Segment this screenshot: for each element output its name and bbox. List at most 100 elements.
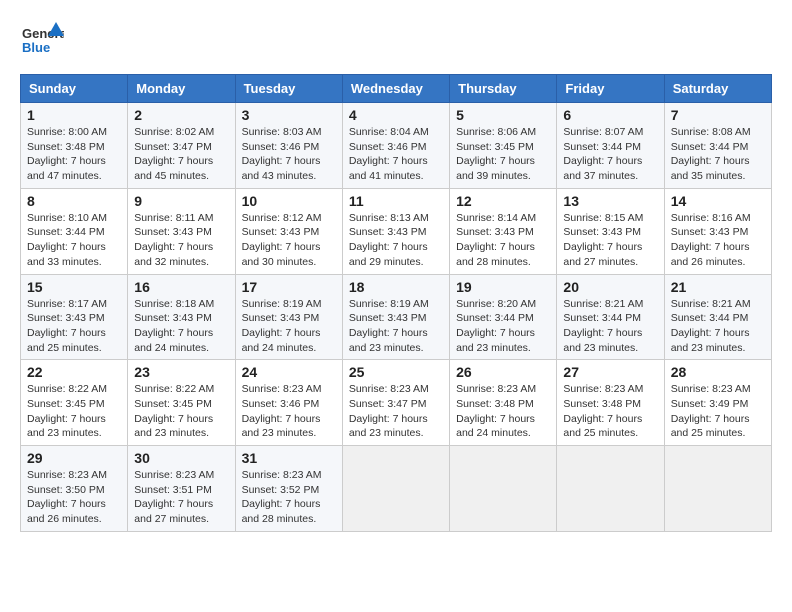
day-number: 27 bbox=[563, 364, 657, 380]
cell-info: Sunrise: 8:22 AMSunset: 3:45 PMDaylight:… bbox=[134, 383, 214, 439]
calendar-cell: 8 Sunrise: 8:10 AMSunset: 3:44 PMDayligh… bbox=[21, 188, 128, 274]
day-number: 30 bbox=[134, 450, 228, 466]
calendar-cell: 12 Sunrise: 8:14 AMSunset: 3:43 PMDaylig… bbox=[450, 188, 557, 274]
day-number: 11 bbox=[349, 193, 443, 209]
header-thursday: Thursday bbox=[450, 75, 557, 103]
calendar-cell: 10 Sunrise: 8:12 AMSunset: 3:43 PMDaylig… bbox=[235, 188, 342, 274]
day-number: 13 bbox=[563, 193, 657, 209]
day-number: 24 bbox=[242, 364, 336, 380]
day-number: 3 bbox=[242, 107, 336, 123]
calendar-cell: 21 Sunrise: 8:21 AMSunset: 3:44 PMDaylig… bbox=[664, 274, 771, 360]
calendar-cell: 17 Sunrise: 8:19 AMSunset: 3:43 PMDaylig… bbox=[235, 274, 342, 360]
calendar-cell: 7 Sunrise: 8:08 AMSunset: 3:44 PMDayligh… bbox=[664, 103, 771, 189]
day-number: 18 bbox=[349, 279, 443, 295]
cell-info: Sunrise: 8:21 AMSunset: 3:44 PMDaylight:… bbox=[563, 298, 643, 354]
calendar-cell: 26 Sunrise: 8:23 AMSunset: 3:48 PMDaylig… bbox=[450, 360, 557, 446]
calendar-cell: 24 Sunrise: 8:23 AMSunset: 3:46 PMDaylig… bbox=[235, 360, 342, 446]
week-row-1: 1 Sunrise: 8:00 AMSunset: 3:48 PMDayligh… bbox=[21, 103, 772, 189]
calendar-table: SundayMondayTuesdayWednesdayThursdayFrid… bbox=[20, 74, 772, 532]
week-row-3: 15 Sunrise: 8:17 AMSunset: 3:43 PMDaylig… bbox=[21, 274, 772, 360]
svg-text:Blue: Blue bbox=[22, 40, 50, 55]
logo-graphic: General Blue bbox=[20, 20, 64, 64]
week-row-5: 29 Sunrise: 8:23 AMSunset: 3:50 PMDaylig… bbox=[21, 446, 772, 532]
calendar-cell: 23 Sunrise: 8:22 AMSunset: 3:45 PMDaylig… bbox=[128, 360, 235, 446]
cell-info: Sunrise: 8:22 AMSunset: 3:45 PMDaylight:… bbox=[27, 383, 107, 439]
header-wednesday: Wednesday bbox=[342, 75, 449, 103]
cell-info: Sunrise: 8:12 AMSunset: 3:43 PMDaylight:… bbox=[242, 212, 322, 268]
day-number: 25 bbox=[349, 364, 443, 380]
calendar-cell: 19 Sunrise: 8:20 AMSunset: 3:44 PMDaylig… bbox=[450, 274, 557, 360]
calendar-cell: 27 Sunrise: 8:23 AMSunset: 3:48 PMDaylig… bbox=[557, 360, 664, 446]
week-row-4: 22 Sunrise: 8:22 AMSunset: 3:45 PMDaylig… bbox=[21, 360, 772, 446]
calendar-cell: 14 Sunrise: 8:16 AMSunset: 3:43 PMDaylig… bbox=[664, 188, 771, 274]
calendar-header-row: SundayMondayTuesdayWednesdayThursdayFrid… bbox=[21, 75, 772, 103]
calendar-cell: 13 Sunrise: 8:15 AMSunset: 3:43 PMDaylig… bbox=[557, 188, 664, 274]
logo-svg: General Blue bbox=[20, 20, 64, 64]
day-number: 12 bbox=[456, 193, 550, 209]
cell-info: Sunrise: 8:13 AMSunset: 3:43 PMDaylight:… bbox=[349, 212, 429, 268]
cell-info: Sunrise: 8:23 AMSunset: 3:50 PMDaylight:… bbox=[27, 469, 107, 525]
calendar-cell: 16 Sunrise: 8:18 AMSunset: 3:43 PMDaylig… bbox=[128, 274, 235, 360]
cell-info: Sunrise: 8:11 AMSunset: 3:43 PMDaylight:… bbox=[134, 212, 213, 268]
header-friday: Friday bbox=[557, 75, 664, 103]
day-number: 9 bbox=[134, 193, 228, 209]
day-number: 26 bbox=[456, 364, 550, 380]
cell-info: Sunrise: 8:17 AMSunset: 3:43 PMDaylight:… bbox=[27, 298, 107, 354]
cell-info: Sunrise: 8:21 AMSunset: 3:44 PMDaylight:… bbox=[671, 298, 751, 354]
cell-info: Sunrise: 8:18 AMSunset: 3:43 PMDaylight:… bbox=[134, 298, 214, 354]
day-number: 28 bbox=[671, 364, 765, 380]
calendar-cell: 25 Sunrise: 8:23 AMSunset: 3:47 PMDaylig… bbox=[342, 360, 449, 446]
calendar-cell: 18 Sunrise: 8:19 AMSunset: 3:43 PMDaylig… bbox=[342, 274, 449, 360]
cell-info: Sunrise: 8:19 AMSunset: 3:43 PMDaylight:… bbox=[242, 298, 322, 354]
logo: General Blue bbox=[20, 20, 64, 64]
day-number: 10 bbox=[242, 193, 336, 209]
header-saturday: Saturday bbox=[664, 75, 771, 103]
day-number: 21 bbox=[671, 279, 765, 295]
day-number: 5 bbox=[456, 107, 550, 123]
cell-info: Sunrise: 8:15 AMSunset: 3:43 PMDaylight:… bbox=[563, 212, 643, 268]
calendar-cell: 22 Sunrise: 8:22 AMSunset: 3:45 PMDaylig… bbox=[21, 360, 128, 446]
calendar-cell: 30 Sunrise: 8:23 AMSunset: 3:51 PMDaylig… bbox=[128, 446, 235, 532]
cell-info: Sunrise: 8:23 AMSunset: 3:48 PMDaylight:… bbox=[563, 383, 643, 439]
day-number: 19 bbox=[456, 279, 550, 295]
cell-info: Sunrise: 8:20 AMSunset: 3:44 PMDaylight:… bbox=[456, 298, 536, 354]
day-number: 16 bbox=[134, 279, 228, 295]
header-tuesday: Tuesday bbox=[235, 75, 342, 103]
cell-info: Sunrise: 8:19 AMSunset: 3:43 PMDaylight:… bbox=[349, 298, 429, 354]
cell-info: Sunrise: 8:23 AMSunset: 3:51 PMDaylight:… bbox=[134, 469, 214, 525]
cell-info: Sunrise: 8:16 AMSunset: 3:43 PMDaylight:… bbox=[671, 212, 751, 268]
header: General Blue bbox=[20, 20, 772, 64]
calendar-cell bbox=[450, 446, 557, 532]
calendar-cell: 2 Sunrise: 8:02 AMSunset: 3:47 PMDayligh… bbox=[128, 103, 235, 189]
calendar-cell: 29 Sunrise: 8:23 AMSunset: 3:50 PMDaylig… bbox=[21, 446, 128, 532]
day-number: 2 bbox=[134, 107, 228, 123]
calendar-cell: 9 Sunrise: 8:11 AMSunset: 3:43 PMDayligh… bbox=[128, 188, 235, 274]
cell-info: Sunrise: 8:23 AMSunset: 3:48 PMDaylight:… bbox=[456, 383, 536, 439]
calendar-cell: 15 Sunrise: 8:17 AMSunset: 3:43 PMDaylig… bbox=[21, 274, 128, 360]
calendar-cell: 31 Sunrise: 8:23 AMSunset: 3:52 PMDaylig… bbox=[235, 446, 342, 532]
calendar-cell: 28 Sunrise: 8:23 AMSunset: 3:49 PMDaylig… bbox=[664, 360, 771, 446]
cell-info: Sunrise: 8:06 AMSunset: 3:45 PMDaylight:… bbox=[456, 126, 536, 182]
cell-info: Sunrise: 8:03 AMSunset: 3:46 PMDaylight:… bbox=[242, 126, 322, 182]
calendar-cell: 3 Sunrise: 8:03 AMSunset: 3:46 PMDayligh… bbox=[235, 103, 342, 189]
day-number: 15 bbox=[27, 279, 121, 295]
day-number: 6 bbox=[563, 107, 657, 123]
week-row-2: 8 Sunrise: 8:10 AMSunset: 3:44 PMDayligh… bbox=[21, 188, 772, 274]
cell-info: Sunrise: 8:02 AMSunset: 3:47 PMDaylight:… bbox=[134, 126, 214, 182]
cell-info: Sunrise: 8:23 AMSunset: 3:46 PMDaylight:… bbox=[242, 383, 322, 439]
calendar-cell: 1 Sunrise: 8:00 AMSunset: 3:48 PMDayligh… bbox=[21, 103, 128, 189]
day-number: 1 bbox=[27, 107, 121, 123]
calendar-cell: 6 Sunrise: 8:07 AMSunset: 3:44 PMDayligh… bbox=[557, 103, 664, 189]
cell-info: Sunrise: 8:23 AMSunset: 3:47 PMDaylight:… bbox=[349, 383, 429, 439]
calendar-cell bbox=[342, 446, 449, 532]
day-number: 31 bbox=[242, 450, 336, 466]
calendar-cell bbox=[557, 446, 664, 532]
calendar-cell: 5 Sunrise: 8:06 AMSunset: 3:45 PMDayligh… bbox=[450, 103, 557, 189]
cell-info: Sunrise: 8:23 AMSunset: 3:49 PMDaylight:… bbox=[671, 383, 751, 439]
day-number: 8 bbox=[27, 193, 121, 209]
cell-info: Sunrise: 8:08 AMSunset: 3:44 PMDaylight:… bbox=[671, 126, 751, 182]
calendar-cell: 20 Sunrise: 8:21 AMSunset: 3:44 PMDaylig… bbox=[557, 274, 664, 360]
cell-info: Sunrise: 8:14 AMSunset: 3:43 PMDaylight:… bbox=[456, 212, 536, 268]
day-number: 17 bbox=[242, 279, 336, 295]
cell-info: Sunrise: 8:00 AMSunset: 3:48 PMDaylight:… bbox=[27, 126, 107, 182]
